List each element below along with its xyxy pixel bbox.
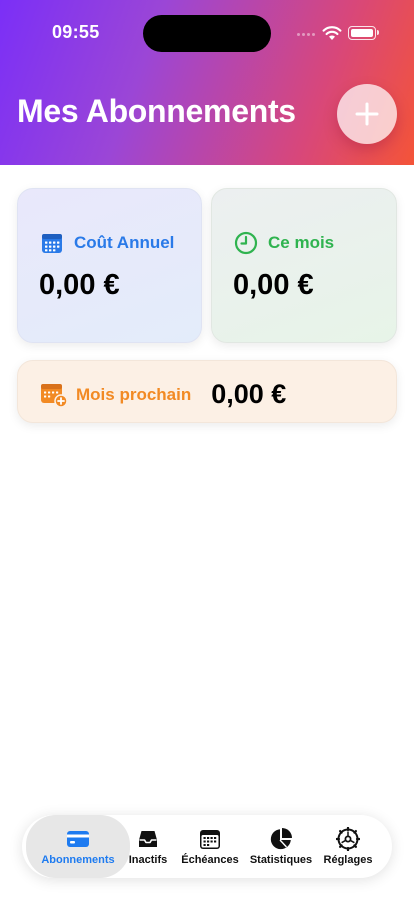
tab-label: Abonnements [41, 854, 115, 866]
header: 09:55 Mes Abonnements [0, 0, 414, 165]
next-month-value: 0,00 € [211, 379, 287, 409]
next-month-row: Mois prochain 0,00 € [40, 379, 286, 410]
annual-cost-header: Coût Annuel [40, 231, 174, 255]
add-subscription-button[interactable] [337, 84, 397, 144]
app-screen: 09:55 Mes Abonnements Coût Annuel 0,00 €… [0, 0, 414, 900]
clock-icon [234, 231, 258, 255]
annual-cost-card[interactable]: Coût Annuel 0,00 € [17, 188, 202, 343]
tab-label: Inactifs [128, 854, 168, 866]
tab-bar: Abonnements Inactifs Échéances Statistiq… [22, 815, 392, 878]
calendar-icon [42, 234, 62, 253]
calendar-add-icon [41, 383, 68, 408]
calendar-icon [200, 830, 220, 849]
status-time: 09:55 [52, 22, 100, 42]
page-title: Mes Abonnements [17, 93, 296, 129]
tab-statistiques[interactable]: Statistiques [248, 815, 314, 878]
next-month-card[interactable]: Mois prochain 0,00 € [17, 360, 397, 423]
cellular-signal-icon [297, 33, 315, 36]
tab-label: Statistiques [249, 854, 313, 866]
tab-reglages[interactable]: Réglages [320, 815, 376, 878]
tab-inactifs[interactable]: Inactifs [122, 815, 174, 878]
plus-icon [355, 102, 379, 126]
tab-abonnements[interactable]: Abonnements [26, 815, 130, 878]
tab-label: Réglages [323, 854, 373, 866]
this-month-value: 0,00 € [233, 269, 314, 301]
pie-chart-icon [270, 828, 292, 850]
credit-card-icon [67, 831, 89, 847]
wifi-icon [322, 26, 342, 40]
this-month-label: Ce mois [268, 233, 335, 252]
tray-icon [139, 831, 157, 847]
this-month-header: Ce mois [234, 231, 334, 255]
dynamic-island [143, 15, 271, 52]
battery-icon [348, 26, 379, 40]
tab-label: Échéances [181, 854, 239, 866]
this-month-card[interactable]: Ce mois 0,00 € [211, 188, 397, 343]
annual-cost-label: Coût Annuel [74, 233, 175, 252]
annual-cost-value: 0,00 € [39, 269, 120, 301]
tab-echeances[interactable]: Échéances [178, 815, 242, 878]
gear-icon [336, 827, 360, 851]
next-month-label: Mois prochain [76, 384, 192, 404]
